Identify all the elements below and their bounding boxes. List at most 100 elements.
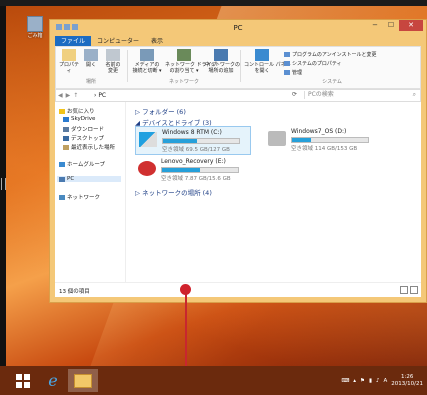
- main-pane: ▷ フォルダー (6) ◢ デバイスとドライブ (3) Windows 8 RT…: [131, 102, 421, 282]
- refresh-icon[interactable]: ⟳: [292, 91, 297, 98]
- forward-arrow-icon[interactable]: ▶: [66, 92, 71, 99]
- media-icon: [140, 49, 154, 61]
- windows-logo-icon: [16, 373, 30, 388]
- drive-free-space: 空き領域 69.5 GB/127 GB: [162, 147, 230, 153]
- snap-divider[interactable]: [185, 290, 187, 366]
- large-icons-view-icon[interactable]: [410, 286, 418, 294]
- ribbon: プロパティ 開く 名前の 変更 場所 メディアの 接続と切断 ▾ ネットワーク …: [55, 46, 421, 89]
- ribbon-group-location: プロパティ 開く 名前の 変更 場所: [56, 49, 126, 85]
- network-icon: [59, 194, 65, 200]
- download-icon: [63, 126, 69, 132]
- system-properties-link[interactable]: システムのプロパティ: [284, 60, 342, 67]
- ribbon-group-network: メディアの 接続と切断 ▾ ネットワーク ドライブ の割り当て ▾ ネットワーク…: [129, 49, 240, 85]
- drive-usage-bar: [161, 167, 239, 173]
- group-label-network: ネットワーク: [168, 79, 199, 85]
- homegroup-icon: [59, 161, 65, 167]
- drive-name: Windows7_OS (D:): [291, 128, 347, 135]
- uninstall-link[interactable]: プログラムのアンインストールと変更: [284, 51, 377, 58]
- explorer-window[interactable]: PC − ☐ ✕ ファイル コンピューター 表示 プロパティ 開く 名前の 変更…: [49, 19, 427, 303]
- manage-icon: [284, 70, 290, 75]
- search-input[interactable]: PCの検索 ⌕: [304, 91, 418, 99]
- star-icon: [59, 108, 65, 114]
- up-arrow-icon[interactable]: ↑: [73, 92, 78, 99]
- ime-icon[interactable]: A: [384, 378, 388, 384]
- desktop-icon-label: ごみ箱: [27, 33, 43, 39]
- clock-time: 1:26: [400, 373, 414, 380]
- hard-drive-icon: [268, 131, 286, 146]
- recycle-bin-icon[interactable]: ごみ箱: [24, 16, 46, 42]
- clock-date: 2013/10/21: [391, 380, 423, 387]
- volume-icon[interactable]: ♪: [376, 378, 380, 384]
- properties-button[interactable]: プロパティ: [58, 49, 80, 74]
- nav-item-desktop[interactable]: デスクトップ: [63, 134, 104, 142]
- desktop-icon: [63, 135, 69, 141]
- group-label-location: 場所: [85, 79, 96, 85]
- manage-link[interactable]: 管理: [284, 69, 302, 76]
- back-arrow-icon[interactable]: ◀: [58, 92, 63, 99]
- drive-free-space: 空き領域 114 GB/153 GB: [291, 146, 358, 152]
- programs-icon: [284, 52, 290, 57]
- show-hidden-icons[interactable]: ▴: [353, 378, 356, 384]
- drive-d[interactable]: Windows7_OS (D:) 空き領域 114 GB/153 GB: [265, 126, 379, 153]
- nav-item-network[interactable]: ネットワーク: [59, 193, 100, 201]
- properties-icon: [62, 49, 76, 61]
- cloud-icon: [63, 116, 69, 122]
- action-center-icon[interactable]: ⚑: [360, 378, 365, 384]
- section-folders[interactable]: ▷ フォルダー (6): [135, 106, 186, 116]
- breadcrumb[interactable]: › PC: [94, 92, 106, 99]
- drive-usage-bar: [162, 138, 240, 144]
- nav-item-favorites[interactable]: お気に入り: [59, 107, 95, 115]
- recent-places-icon: [63, 144, 69, 150]
- map-network-drive-button[interactable]: ネットワーク ドライブ の割り当て ▾: [165, 49, 217, 74]
- nav-item-pc[interactable]: PC: [57, 176, 121, 182]
- nav-item-downloads[interactable]: ダウンロード: [63, 125, 104, 133]
- add-network-location-button[interactable]: ネットワークの 場所の追加: [205, 49, 240, 74]
- rename-button[interactable]: 名前の 変更: [102, 49, 124, 74]
- drive-c[interactable]: Windows 8 RTM (C:) 空き領域 69.5 GB/127 GB: [135, 126, 251, 155]
- open-button[interactable]: 開く: [80, 49, 102, 68]
- status-bar: 13 個の項目: [55, 282, 421, 297]
- windows-drive-icon: [139, 132, 157, 147]
- system-tray: ⌨ ▴ ⚑ ▮ ♪ A 1:26 2013/10/21: [341, 366, 423, 395]
- recovery-drive-icon: [138, 161, 156, 176]
- system-icon: [284, 61, 290, 66]
- ribbon-group-system: コントロール パネル を開く プログラムのアンインストールと変更 システムのプロ…: [242, 49, 422, 85]
- search-icon: ⌕: [412, 91, 416, 98]
- rename-icon: [106, 49, 120, 61]
- network-location-icon: [214, 49, 228, 61]
- title-bar[interactable]: PC − ☐ ✕: [50, 20, 426, 36]
- drive-free-space: 空き領域 7.87 GB/15.6 GB: [161, 176, 231, 182]
- section-network-locations[interactable]: ▷ ネットワークの場所 (4): [135, 187, 212, 197]
- keyboard-icon[interactable]: ⌨: [341, 378, 349, 384]
- media-connect-button[interactable]: メディアの 接続と切断 ▾: [131, 49, 163, 74]
- file-explorer-icon: [74, 373, 92, 388]
- taskbar-explorer-button[interactable]: [68, 369, 98, 392]
- minimize-button[interactable]: −: [367, 20, 383, 31]
- maximize-button[interactable]: ☐: [383, 20, 399, 31]
- nav-item-recent[interactable]: 最近表示した場所: [63, 143, 115, 151]
- start-button[interactable]: [8, 369, 38, 392]
- navigation-pane: お気に入り SkyDrive ダウンロード デスクトップ 最近表示した場所 ホー…: [55, 102, 126, 282]
- taskbar: e ⌨ ▴ ⚑ ▮ ♪ A 1:26 2013/10/21: [0, 366, 427, 395]
- close-button[interactable]: ✕: [399, 20, 423, 31]
- control-panel-icon: [255, 49, 269, 61]
- item-count: 13 個の項目: [59, 289, 90, 295]
- taskbar-ie-button[interactable]: e: [38, 369, 68, 392]
- control-panel-button[interactable]: コントロール パネル を開く: [244, 49, 291, 74]
- network-status-icon[interactable]: ▮: [369, 378, 372, 384]
- group-label-system: システム: [322, 79, 342, 85]
- nav-item-homegroup[interactable]: ホームグループ: [59, 160, 105, 168]
- clock[interactable]: 1:26 2013/10/21: [391, 374, 423, 388]
- drive-usage-bar: [291, 137, 369, 143]
- nav-item-skydrive[interactable]: SkyDrive: [63, 116, 95, 122]
- address-bar: ◀ ▶ ↑ › PC ⟳ PCの検索 ⌕: [55, 89, 421, 102]
- content-area: お気に入り SkyDrive ダウンロード デスクトップ 最近表示した場所 ホー…: [55, 102, 421, 282]
- drive-e[interactable]: Lenovo_Recovery (E:) 空き領域 7.87 GB/15.6 G…: [135, 156, 249, 183]
- recycle-bin-image: [27, 16, 43, 32]
- drive-name: Lenovo_Recovery (E:): [161, 158, 226, 165]
- open-icon: [84, 49, 98, 61]
- computer-icon: [59, 176, 65, 182]
- network-drive-icon: [177, 49, 191, 61]
- details-view-icon[interactable]: [400, 286, 408, 294]
- internet-explorer-icon: e: [48, 371, 58, 390]
